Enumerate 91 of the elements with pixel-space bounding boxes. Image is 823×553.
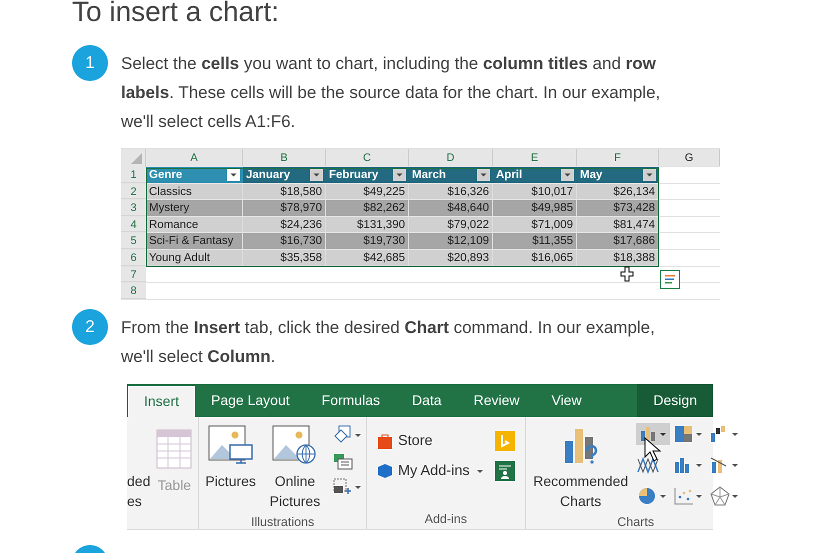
table-cell: $42,685 [326,250,409,266]
table-icon [156,428,192,469]
people-graph-icon[interactable] [494,460,515,481]
filter-dropdown-icon[interactable] [227,168,240,181]
filter-dropdown-icon[interactable] [310,168,323,181]
store-bag-icon [376,432,393,449]
table-cell: $71,009 [493,216,577,232]
plus-cursor-icon [620,266,634,282]
table-cell: $49,985 [493,200,577,216]
table-cell: $24,236 [243,216,326,232]
table-cell: $16,065 [493,250,577,266]
table-cell: $10,017 [493,184,577,200]
cube-icon [376,462,393,479]
row-header[interactable]: 3 [121,200,146,216]
table-cell: $19,730 [326,233,409,249]
column-header[interactable]: A [146,149,243,166]
pictures-button[interactable]: Pictures [203,420,258,515]
table-cell: $49,225 [326,184,409,200]
filter-dropdown-icon[interactable] [643,168,656,181]
table-cell: $16,326 [409,184,493,200]
table-cell: $18,580 [243,184,326,200]
online-pictures-button[interactable]: Online Pictures [262,420,328,515]
step-instruction: From the Insert tab, click the desired Chart command. In our example, we'll select Column. [121,316,656,368]
table-cell: $82,262 [326,200,409,216]
row-header[interactable]: 4 [121,216,146,232]
table-cell: $79,022 [409,216,493,232]
row-header[interactable]: 1 [121,167,146,183]
column-header[interactable]: B [243,149,326,166]
ribbon-tab[interactable]: View [535,384,598,417]
row-header[interactable]: 8 [121,283,146,299]
table-cell: $26,134 [577,184,659,200]
picture-globe-icon [272,424,318,465]
table-header-cell: April [493,167,577,183]
table-cell: $48,640 [409,200,493,216]
ribbon-tab[interactable]: Insert [128,386,196,417]
column-chart-icon[interactable] [636,422,670,445]
page-heading: To insert a chart: [71,0,280,29]
table-header-cell: January [243,167,326,183]
column-header[interactable]: G [659,149,720,166]
table-cell: $20,893 [409,250,493,266]
shapes-icon[interactable] [332,424,362,445]
step-number-badge: 1 [72,45,108,81]
table-cell: $131,390 [326,216,409,232]
table-cell: Romance [146,216,243,232]
table-header-cell: Genre [146,167,243,183]
command-label[interactable]: ded es [127,470,150,511]
table-cell: Mystery [146,200,243,216]
table-cell: $17,686 [577,233,659,249]
table-cell: $81,474 [577,216,659,232]
step-instruction: Select the cells you want to chart, including the column titles and row labels. These cells will be the source data for the chart. In our example, we'll select cells A1:F6. [121,53,662,133]
group-label: Illustrations [250,514,316,531]
table-header-cell: February [326,167,409,183]
filter-dropdown-icon[interactable] [561,168,574,181]
row-header[interactable]: 5 [121,233,146,249]
row-header[interactable]: 2 [121,184,146,200]
my-addins-button[interactable]: My Add-ins [376,462,485,479]
table-cell: $11,355 [493,233,577,249]
screenshot-camera-icon[interactable] [332,476,362,497]
picture-monitor-icon [208,424,254,465]
table-cell: $18,388 [577,250,659,266]
recommended-charts-button[interactable]: Recommended Charts [530,420,632,515]
ribbon-tab[interactable]: Formulas [306,384,396,417]
table-cell: $16,730 [243,233,326,249]
filter-dropdown-icon[interactable] [393,168,406,181]
table-cell: $78,970 [243,200,326,216]
column-header[interactable]: C [326,149,409,166]
table-header-cell: May [577,167,659,183]
column-header[interactable]: D [409,149,493,166]
mouse-pointer-icon [644,436,662,463]
filter-dropdown-icon[interactable] [477,168,490,181]
row-header[interactable]: 6 [121,250,146,266]
row-header[interactable]: 7 [121,266,146,282]
table-cell: $12,109 [409,233,493,249]
step-number-badge: 2 [72,308,108,345]
column-header[interactable]: E [493,149,577,166]
quick-analysis-icon[interactable] [660,270,680,289]
group-label: Charts [616,514,656,531]
store-button[interactable]: Store [376,432,433,449]
column-header[interactable]: F [577,149,659,166]
corner-triangle-icon [131,153,142,164]
ribbon-tab[interactable]: Data [396,384,458,417]
ribbon-tab[interactable]: Page Layout [195,384,306,417]
table-cell: Young Adult [146,250,243,266]
table-cell: $73,428 [577,200,659,216]
table-header-cell: March [409,167,493,183]
table-cell: $35,358 [243,250,326,266]
ribbon-tab[interactable]: Review [458,384,536,417]
table-cell: Classics [146,184,243,200]
group-label: Add-ins [424,512,468,528]
ribbon-tab[interactable]: Design [637,384,713,417]
table-cell: Sci-Fi & Fantasy [146,233,243,249]
